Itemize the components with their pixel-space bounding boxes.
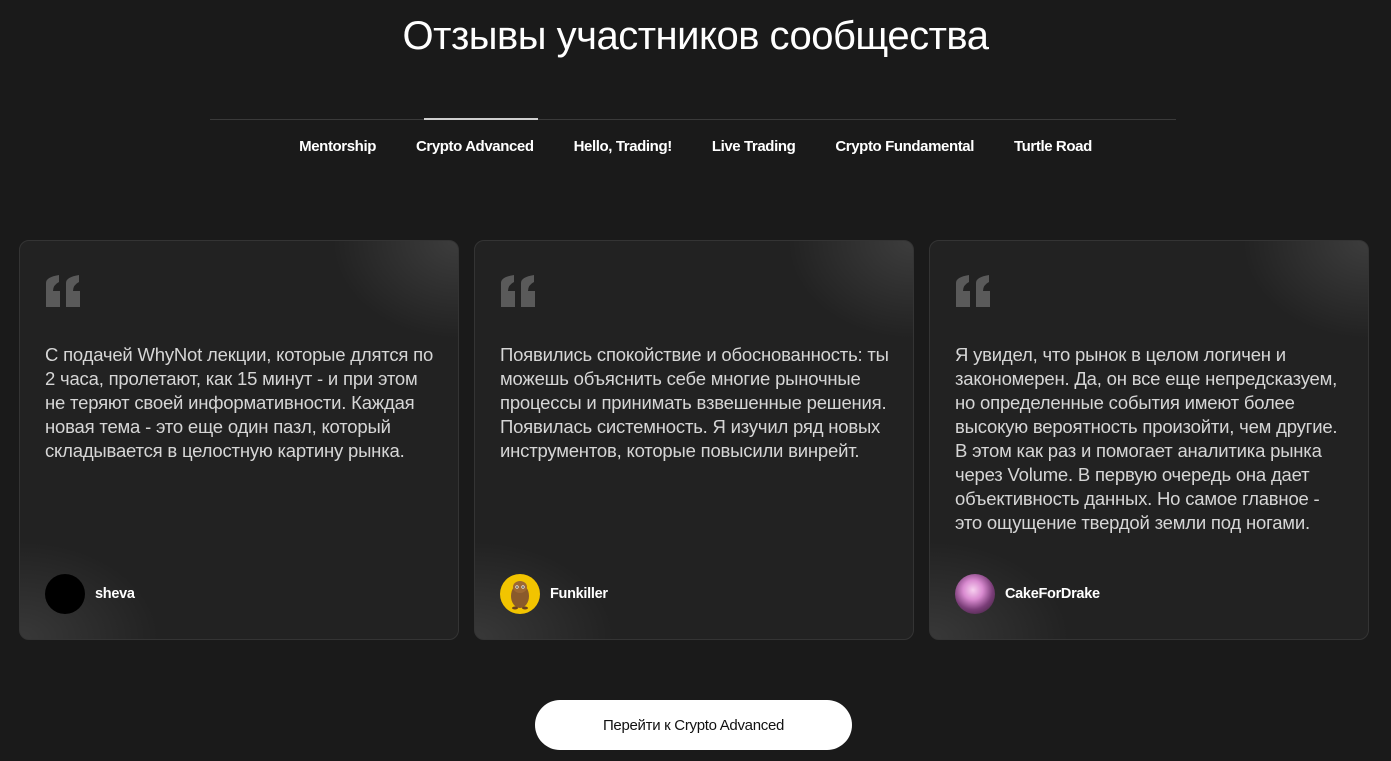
cartoon-creature-avatar — [500, 574, 540, 614]
review-text: Появились спокойствие и обоснованность: … — [500, 344, 889, 461]
tab-hello-trading[interactable]: Hello, Trading! — [574, 138, 673, 159]
review-cards: С подачей WhyNot лекции, которые длятся … — [19, 240, 1369, 640]
author-name: Funkiller — [550, 586, 608, 602]
tab-mentorship[interactable]: Mentorship — [299, 138, 376, 159]
review-author: Funkiller — [500, 574, 608, 614]
review-card: Я увидел, что рынок в целом логичен и за… — [929, 240, 1369, 640]
tab-live-trading[interactable]: Live Trading — [712, 138, 796, 159]
review-text: С подачей WhyNot лекции, которые длятся … — [45, 344, 434, 461]
review-author: sheva — [45, 574, 135, 614]
go-to-course-button[interactable]: Перейти к Crypto Advanced — [535, 700, 852, 750]
section-title: Отзывы участников сообщества — [402, 14, 989, 58]
quote-icon — [501, 275, 535, 307]
tabs-divider — [210, 119, 1176, 120]
tab-crypto-advanced[interactable]: Crypto Advanced — [416, 138, 534, 159]
tab-crypto-fundamental[interactable]: Crypto Fundamental — [835, 138, 974, 159]
quote-icon — [956, 275, 990, 307]
review-author: CakeForDrake — [955, 574, 1100, 614]
quote-icon — [46, 275, 80, 307]
author-name: CakeForDrake — [1005, 586, 1100, 602]
author-name: sheva — [95, 586, 135, 602]
active-tab-indicator — [424, 118, 538, 120]
reviews-section: Отзывы участников сообщества Mentorship … — [0, 0, 1391, 761]
review-card: Появились спокойствие и обоснованность: … — [474, 240, 914, 640]
course-tabs: Mentorship Crypto Advanced Hello, Tradin… — [0, 138, 1391, 159]
review-text: Я увидел, что рынок в целом логичен и за… — [955, 344, 1338, 533]
review-card: С подачей WhyNot лекции, которые длятся … — [19, 240, 459, 640]
tab-turtle-road[interactable]: Turtle Road — [1014, 138, 1092, 159]
black-circle-avatar — [45, 574, 85, 614]
pink-photo-avatar — [955, 574, 995, 614]
